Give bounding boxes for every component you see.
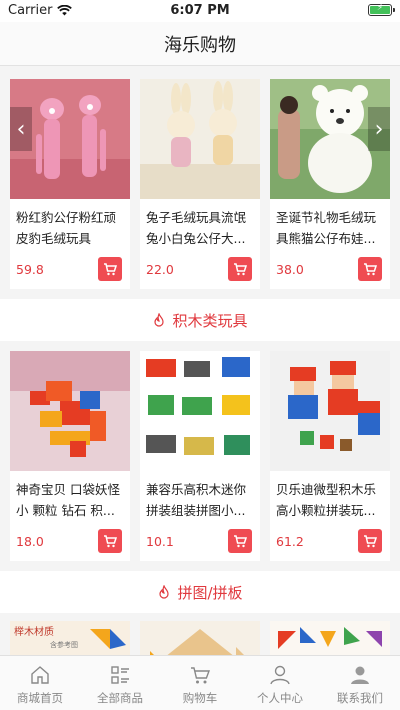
carousel-prev-button[interactable]: ‹ — [10, 107, 32, 151]
tab-profile[interactable]: 个人中心 — [240, 656, 320, 710]
section-header[interactable]: 拼图/拼板 — [0, 571, 400, 613]
status-bar: Carrier 6:07 PM ⚡ — [0, 0, 400, 22]
home-icon — [31, 666, 49, 684]
product-image-mini-vehicles — [140, 351, 260, 471]
product-price: 10.1 — [146, 534, 174, 549]
flame-icon — [159, 585, 170, 599]
product-name: 贝乐迪微型积木乐高小颗粒拼装玩... — [276, 482, 377, 518]
flame-icon — [154, 313, 165, 327]
product-image-mario-blocks — [270, 351, 390, 471]
tab-label: 全部商品 — [97, 691, 143, 705]
product-card[interactable]: 贝乐迪微型积木乐高小颗粒拼装玩... 61.2 — [270, 351, 390, 561]
image-caption: 榉木材质 — [14, 625, 54, 638]
add-to-cart-button[interactable] — [228, 529, 252, 553]
product-price: 22.0 — [146, 262, 174, 277]
product-image-bunny-plush — [140, 79, 260, 199]
chevron-left-icon: ‹ — [16, 116, 26, 142]
section-header[interactable]: 积木类玩具 — [0, 299, 400, 341]
cart-icon — [364, 263, 377, 276]
list-icon — [111, 666, 129, 684]
cart-icon — [234, 535, 247, 548]
product-price: 59.8 — [16, 262, 44, 277]
product-name: 圣诞节礼物毛绒玩具熊猫公仔布娃... — [276, 210, 377, 246]
add-to-cart-button[interactable] — [98, 257, 122, 281]
product-name: 神奇宝贝 口袋妖怪 小 颗粒 钻石 积... — [16, 482, 120, 518]
product-card[interactable] — [270, 621, 390, 655]
product-price: 38.0 — [276, 262, 304, 277]
tab-home[interactable]: 商城首页 — [0, 656, 80, 710]
product-card[interactable]: 兔子毛绒玩具流氓兔小白兔公仔大... 22.0 — [140, 79, 260, 289]
section-title: 积木类玩具 — [172, 311, 248, 330]
tab-all-products[interactable]: 全部商品 — [80, 656, 160, 710]
product-name: 兔子毛绒玩具流氓兔小白兔公仔大... — [146, 210, 247, 246]
featured-carousel[interactable]: 粉红豹公仔粉红顽皮豹毛绒玩具 59.8 兔子毛绒玩具流氓兔小白兔公仔大... 2… — [0, 67, 400, 299]
user-icon — [270, 665, 290, 685]
product-row: 神奇宝贝 口袋妖怪 小 颗粒 钻石 积... 18.0 兼容乐高积木迷你拼装组装… — [0, 341, 400, 571]
product-image-dragon-blocks — [10, 351, 130, 471]
category-section: 积木类玩具 神奇宝贝 口袋妖怪 小 颗粒 钻石 积... 18.0 兼容乐高积木… — [0, 299, 400, 571]
tab-contact[interactable]: 联系我们 — [320, 656, 400, 710]
cart-icon — [191, 667, 211, 684]
cart-icon — [104, 535, 117, 548]
chevron-right-icon: › — [374, 116, 384, 142]
add-to-cart-button[interactable] — [358, 257, 382, 281]
tab-cart[interactable]: 购物车 — [160, 656, 240, 710]
product-card[interactable] — [140, 621, 260, 655]
product-price: 18.0 — [16, 534, 44, 549]
page-title: 海乐购物 — [164, 34, 236, 56]
image-caption: 含参考图 — [50, 640, 78, 649]
tab-label: 购物车 — [182, 691, 218, 705]
product-name: 粉红豹公仔粉红顽皮豹毛绒玩具 — [16, 210, 117, 246]
status-time: 6:07 PM — [170, 3, 230, 18]
category-section: 拼图/拼板 榉木材质 含参考图 — [0, 571, 400, 655]
section-title: 拼图/拼板 — [177, 583, 243, 602]
product-card[interactable]: 兼容乐高积木迷你拼装组装拼图小... 10.1 — [140, 351, 260, 561]
add-to-cart-button[interactable] — [358, 529, 382, 553]
product-name: 兼容乐高积木迷你拼装组装拼图小... — [146, 482, 247, 518]
nav-bar: 海乐购物 — [0, 22, 400, 66]
product-list-scroll[interactable]: 粉红豹公仔粉红顽皮豹毛绒玩具 59.8 兔子毛绒玩具流氓兔小白兔公仔大... 2… — [0, 67, 400, 655]
tab-bar: 商城首页 全部商品 购物车 个人中心 联系我们 — [0, 655, 400, 710]
cart-icon — [104, 263, 117, 276]
product-image-tangram-colors — [270, 621, 390, 655]
tab-label: 商城首页 — [17, 691, 63, 705]
product-row: 榉木材质 含参考图 — [0, 613, 400, 655]
cart-icon — [364, 535, 377, 548]
carousel-next-button[interactable]: › — [368, 107, 390, 151]
tab-label: 个人中心 — [257, 691, 303, 705]
cart-icon — [234, 263, 247, 276]
charging-icon: ⚡ — [376, 3, 384, 13]
product-image-tangram-wood: 榉木材质 含参考图 — [10, 621, 130, 655]
product-card[interactable]: 神奇宝贝 口袋妖怪 小 颗粒 钻石 积... 18.0 — [10, 351, 130, 561]
product-image-tangram-board — [140, 621, 260, 655]
tab-label: 联系我们 — [337, 691, 383, 705]
product-card[interactable]: 榉木材质 含参考图 — [10, 621, 130, 655]
product-price: 61.2 — [276, 534, 304, 549]
add-to-cart-button[interactable] — [228, 257, 252, 281]
battery-icon: ⚡ — [368, 3, 395, 16]
add-to-cart-button[interactable] — [98, 529, 122, 553]
contact-icon — [351, 666, 369, 684]
